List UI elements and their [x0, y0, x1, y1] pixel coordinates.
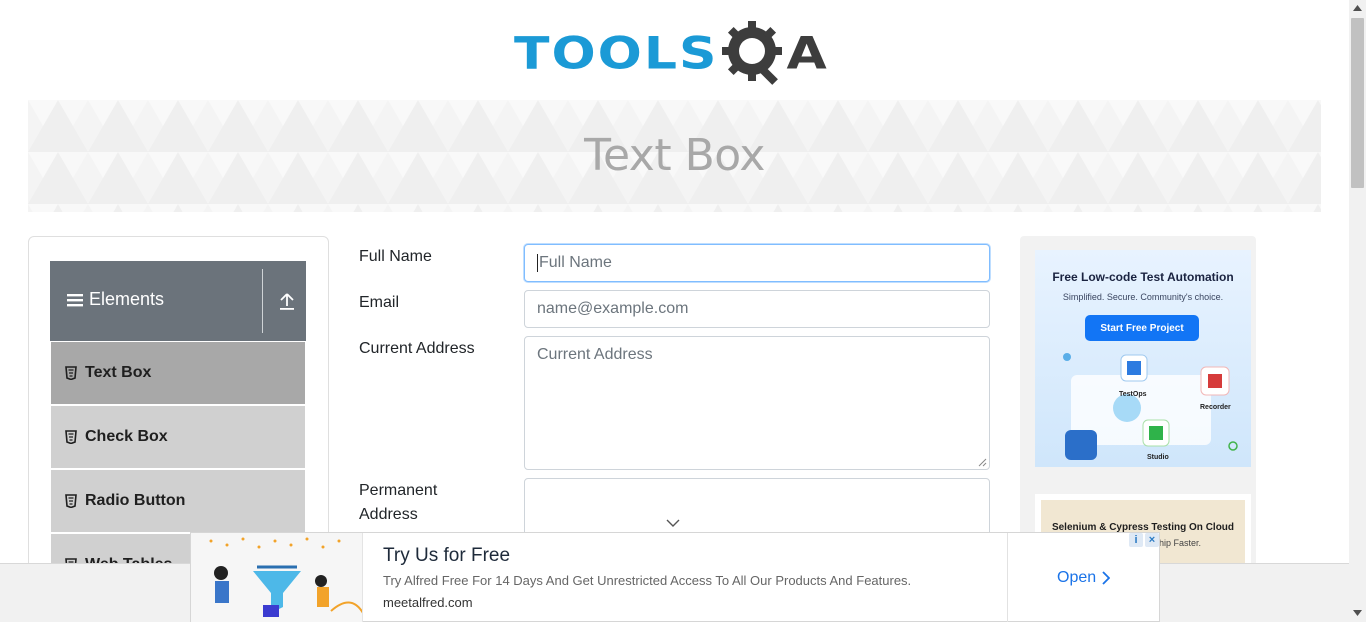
full-name-placeholder: Full Name: [539, 254, 612, 271]
sidebar-item-label: Radio Button: [85, 492, 186, 509]
scroll-up-icon[interactable]: [1353, 5, 1362, 11]
ad-tag-testops: TestOps: [1119, 391, 1147, 398]
email-placeholder: name@example.com: [537, 300, 689, 317]
open-button-label: Open: [1057, 569, 1097, 586]
ad-description: Try Alfred Free For 14 Days And Get Unre…: [383, 573, 912, 588]
text-caret: [537, 254, 538, 272]
logo-text-a: A: [786, 28, 827, 80]
sidebar-item-check-box[interactable]: Check Box: [51, 406, 305, 468]
ad-divider: [1007, 533, 1008, 622]
group-title-label: Elements: [89, 289, 165, 309]
permanent-address-label: Permanent Address: [359, 479, 437, 527]
funnel-illustration: [209, 537, 362, 617]
ad-title[interactable]: Try Us for Free: [383, 545, 510, 567]
html5-icon: [65, 430, 77, 444]
logo-text-tools: TOOLS: [514, 28, 719, 80]
chevron-right-icon: [1102, 571, 1111, 585]
ad-tag-recorder: Recorder: [1200, 404, 1231, 411]
ad-image: [191, 533, 363, 622]
sidebar-group-elements[interactable]: Elements: [50, 261, 306, 341]
resize-grip-icon[interactable]: [978, 458, 987, 467]
sidebar-item-label: Text Box: [85, 364, 152, 381]
sidebar-item-radio-button[interactable]: Radio Button: [51, 470, 305, 532]
scroll-thumb[interactable]: [1351, 18, 1364, 188]
close-icon[interactable]: ×: [1145, 533, 1159, 547]
ad-url[interactable]: meetalfred.com: [383, 595, 473, 610]
bottom-ad[interactable]: Try Us for Free Try Alfred Free For 14 D…: [190, 532, 1160, 622]
sidebar-item-text-box[interactable]: Text Box: [51, 342, 305, 404]
sidebar-item-label: Check Box: [85, 428, 168, 445]
scroll-down-icon[interactable]: [1353, 610, 1362, 616]
menu-icon: [67, 293, 83, 306]
ad-choices[interactable]: i ×: [1129, 533, 1161, 548]
katalon-ad[interactable]: Free Low-code Test Automation Simplified…: [1035, 250, 1251, 467]
full-name-input[interactable]: Full Name: [524, 244, 990, 282]
current-address-label: Current Address: [359, 340, 475, 357]
current-address-textarea[interactable]: Current Address: [524, 336, 990, 470]
page-banner: Text Box: [28, 100, 1321, 212]
group-title: Elements: [67, 289, 164, 310]
permanent-address-label-line2: Address: [359, 506, 418, 523]
page-title: Text Box: [584, 130, 765, 181]
page-scrollbar[interactable]: [1349, 0, 1366, 622]
html5-icon: [65, 494, 77, 508]
current-address-placeholder: Current Address: [537, 346, 653, 363]
open-button[interactable]: Open: [1057, 569, 1111, 587]
ad-tag-studio: Studio: [1147, 454, 1169, 461]
collapse-up-icon[interactable]: [278, 291, 296, 311]
toolsqa-logo[interactable]: TOOLS A: [514, 16, 838, 92]
ad-illustration: [1063, 353, 1238, 460]
full-name-label: Full Name: [359, 248, 432, 265]
info-icon[interactable]: i: [1129, 533, 1143, 547]
gear-magnifier-icon: [722, 21, 783, 85]
divider: [262, 269, 263, 333]
email-input[interactable]: name@example.com: [524, 290, 990, 328]
chevron-down-icon[interactable]: [666, 519, 680, 528]
email-label: Email: [359, 294, 400, 311]
html5-icon: [65, 366, 77, 380]
permanent-address-label-line1: Permanent: [359, 482, 438, 499]
